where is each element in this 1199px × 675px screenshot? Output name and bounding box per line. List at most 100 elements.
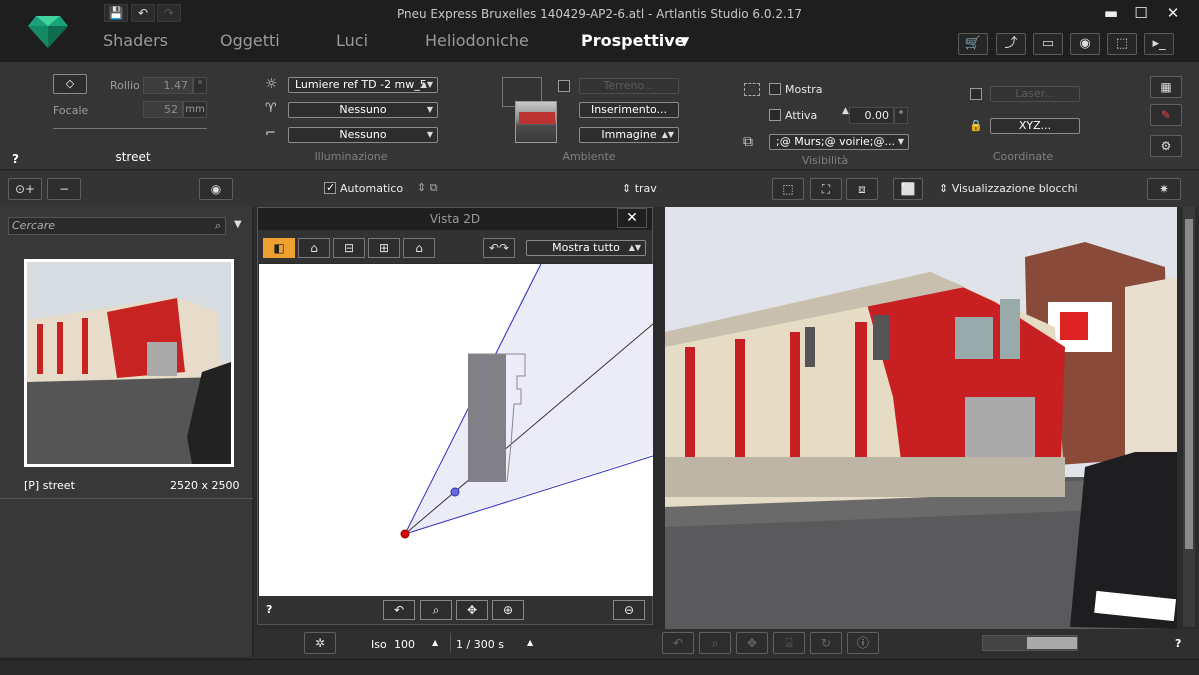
rollio-field[interactable]: 1.47	[143, 77, 193, 94]
plan-view-icon[interactable]: ◧	[263, 238, 295, 258]
tab-luci[interactable]: Luci	[336, 31, 368, 50]
lighting-group-label: Illuminazione	[314, 150, 388, 163]
undo-view-icon[interactable]: ↶	[383, 600, 415, 620]
inserimento-button[interactable]: Inserimento...	[579, 102, 679, 118]
blocks-select[interactable]: ⇕ Visualizzazione blocchi	[939, 182, 1078, 195]
zoom-icon[interactable]: ⌕	[420, 600, 452, 620]
add-camera-icon[interactable]: ⊙+	[8, 178, 42, 200]
vista-2d-header: Vista 2D ✕	[258, 208, 652, 230]
attiva-stepper[interactable]: ▲	[842, 106, 849, 116]
maximize-button[interactable]: ☐	[1126, 3, 1156, 23]
navigate-icon[interactable]: ⊖	[613, 600, 645, 620]
mostra-checkbox[interactable]	[769, 83, 781, 95]
vista-2d-footer: ? ↶ ⌕ ✥ ⊕ ⊖	[258, 596, 652, 624]
export-icon[interactable]: ⤴	[996, 33, 1026, 55]
paint-roller-icon: ⌐	[265, 126, 276, 141]
bottom-toolbar: ✲ Iso 100 ▲ 1 / 300 s ▲ ↶ ⌕ ✥ ⍓ ↻ ⓘ ?	[254, 629, 1199, 659]
info-icon[interactable]: ⓘ	[847, 632, 879, 654]
back-view-icon[interactable]: ⊞	[368, 238, 400, 258]
cart-icon[interactable]: 🛒	[958, 33, 988, 55]
lock-icon: 🔒	[969, 119, 983, 132]
automatico-checkbox[interactable]	[324, 181, 336, 194]
attiva-checkbox[interactable]	[769, 109, 781, 121]
option3-select[interactable]: Nessuno ▼	[288, 127, 438, 143]
close-icon[interactable]: ✕	[617, 208, 647, 228]
iso-value[interactable]: 100	[394, 638, 415, 651]
focale-unit: mm	[183, 101, 207, 118]
laser-checkbox[interactable]	[970, 88, 982, 100]
pan-icon[interactable]: ✥	[456, 600, 488, 620]
minimize-button[interactable]: ▬	[1096, 3, 1126, 23]
shutter-stepper[interactable]: ▲	[527, 638, 533, 647]
laser-button[interactable]: Laser...	[990, 86, 1080, 102]
crop-icon[interactable]: ⬚	[1107, 33, 1137, 55]
door-icon[interactable]: ⍓	[773, 632, 805, 654]
plan-canvas[interactable]	[259, 264, 653, 596]
refresh-icon[interactable]: ↻	[810, 632, 842, 654]
thumbnail-size: 2520 x 2500	[170, 479, 240, 492]
iso-stepper[interactable]: ▲	[432, 638, 438, 647]
orbit-icon[interactable]: ↶↷	[483, 238, 515, 258]
pan-render-icon[interactable]: ✥	[736, 632, 768, 654]
vista-2d-panel: Vista 2D ✕ ◧ ⌂ ⊟ ⊞ ⌂ ↶↷ Mostra tutto ▲▼ ?…	[257, 207, 653, 625]
environment-group-label: Ambiente	[562, 150, 616, 163]
zoom-render-icon[interactable]: ⌕	[699, 632, 731, 654]
zoom-target-icon[interactable]: ⊕	[492, 600, 524, 620]
shutter-value[interactable]: 1 / 300 s	[456, 638, 504, 651]
grid-icon[interactable]: ▦	[1150, 76, 1182, 98]
color-pen-icon[interactable]: ✎	[1150, 104, 1182, 126]
focale-field[interactable]: 52	[143, 101, 183, 118]
tab-oggetti[interactable]: Oggetti	[220, 31, 280, 50]
perspective-list-panel: Cercare ⌕ ▼ [P] street 2520 x 2500	[0, 207, 253, 657]
perspective-thumbnail[interactable]	[24, 259, 234, 467]
help-icon[interactable]: ?	[12, 152, 19, 166]
aperture-icon[interactable]: ✲	[304, 632, 336, 654]
immagine-select[interactable]: Immagine ▲▼	[579, 127, 679, 143]
chevron-down-icon[interactable]: ▼	[234, 219, 242, 230]
focale-slider[interactable]	[53, 128, 207, 129]
sort-icon[interactable]: ⇕ ⧉	[417, 181, 438, 195]
render-preview[interactable]	[665, 207, 1177, 629]
render-slider[interactable]	[982, 635, 1078, 651]
tab-prospettive[interactable]: Prospettive	[581, 31, 686, 50]
fit-icon[interactable]: ⛶	[810, 178, 842, 200]
attiva-field[interactable]: 0.00	[849, 107, 894, 124]
screens-icon[interactable]: ▭	[1033, 33, 1063, 55]
chevron-down-icon[interactable]: ▼	[680, 34, 689, 48]
environment-thumbnail[interactable]	[515, 101, 557, 143]
remove-camera-button[interactable]: −	[47, 178, 81, 200]
layers-select[interactable]: ;@ Murs;@ voirie;@... ▼	[769, 134, 909, 150]
left-view-icon[interactable]: ⌂	[403, 238, 435, 258]
mostra-tutto-select[interactable]: Mostra tutto ▲▼	[526, 240, 646, 256]
terreno-checkbox[interactable]	[558, 80, 570, 92]
render-scrollbar[interactable]	[1183, 207, 1195, 627]
light-flare-icon[interactable]: ✷	[1147, 178, 1181, 200]
option2-select[interactable]: Nessuno ▼	[288, 102, 438, 118]
zoom-window-icon[interactable]: ⬚	[772, 178, 804, 200]
trav-select[interactable]: ⇕ trav	[622, 182, 657, 195]
help-icon[interactable]: ?	[266, 603, 272, 616]
xyz-button[interactable]: XYZ...	[990, 118, 1080, 134]
right-view-icon[interactable]: ⊟	[333, 238, 365, 258]
eye-camera-icon[interactable]: ◇	[53, 74, 87, 94]
front-view-icon[interactable]: ⌂	[298, 238, 330, 258]
preview-icon[interactable]: ⬜	[893, 178, 923, 200]
camera-icon[interactable]: ◉	[1070, 33, 1100, 55]
split-icon[interactable]: ⧈	[846, 178, 878, 200]
help-icon[interactable]: ?	[1175, 637, 1181, 650]
window-title: Pneu Express Bruxelles 140429-AP2-6.atl …	[396, 7, 803, 21]
gear-icon[interactable]: ⚙	[1150, 135, 1182, 157]
undo-render-icon[interactable]: ↶	[662, 632, 694, 654]
terreno-button[interactable]: Terreno...	[579, 78, 679, 94]
tab-heliodoniche[interactable]: Heliodoniche	[425, 31, 529, 50]
layers-icon: ⧉	[743, 134, 753, 150]
console-icon[interactable]: ▸_	[1144, 33, 1174, 55]
eye-icon[interactable]: ◉	[199, 178, 233, 200]
tab-shaders[interactable]: Shaders	[103, 31, 168, 50]
mostra-label: Mostra	[785, 83, 823, 96]
search-input[interactable]: Cercare ⌕	[8, 217, 226, 235]
close-button[interactable]: ✕	[1158, 3, 1188, 23]
light-select[interactable]: Lumiere ref TD -2 mw_5 ▲▼	[288, 77, 438, 93]
view-toolbar: ⊙+ − ◉ Automatico ⇕ ⧉ ⇕ trav ⬚ ⛶ ⧈ ⬜ ⇕ V…	[0, 171, 1199, 207]
search-icon[interactable]: ⌕	[215, 218, 221, 234]
